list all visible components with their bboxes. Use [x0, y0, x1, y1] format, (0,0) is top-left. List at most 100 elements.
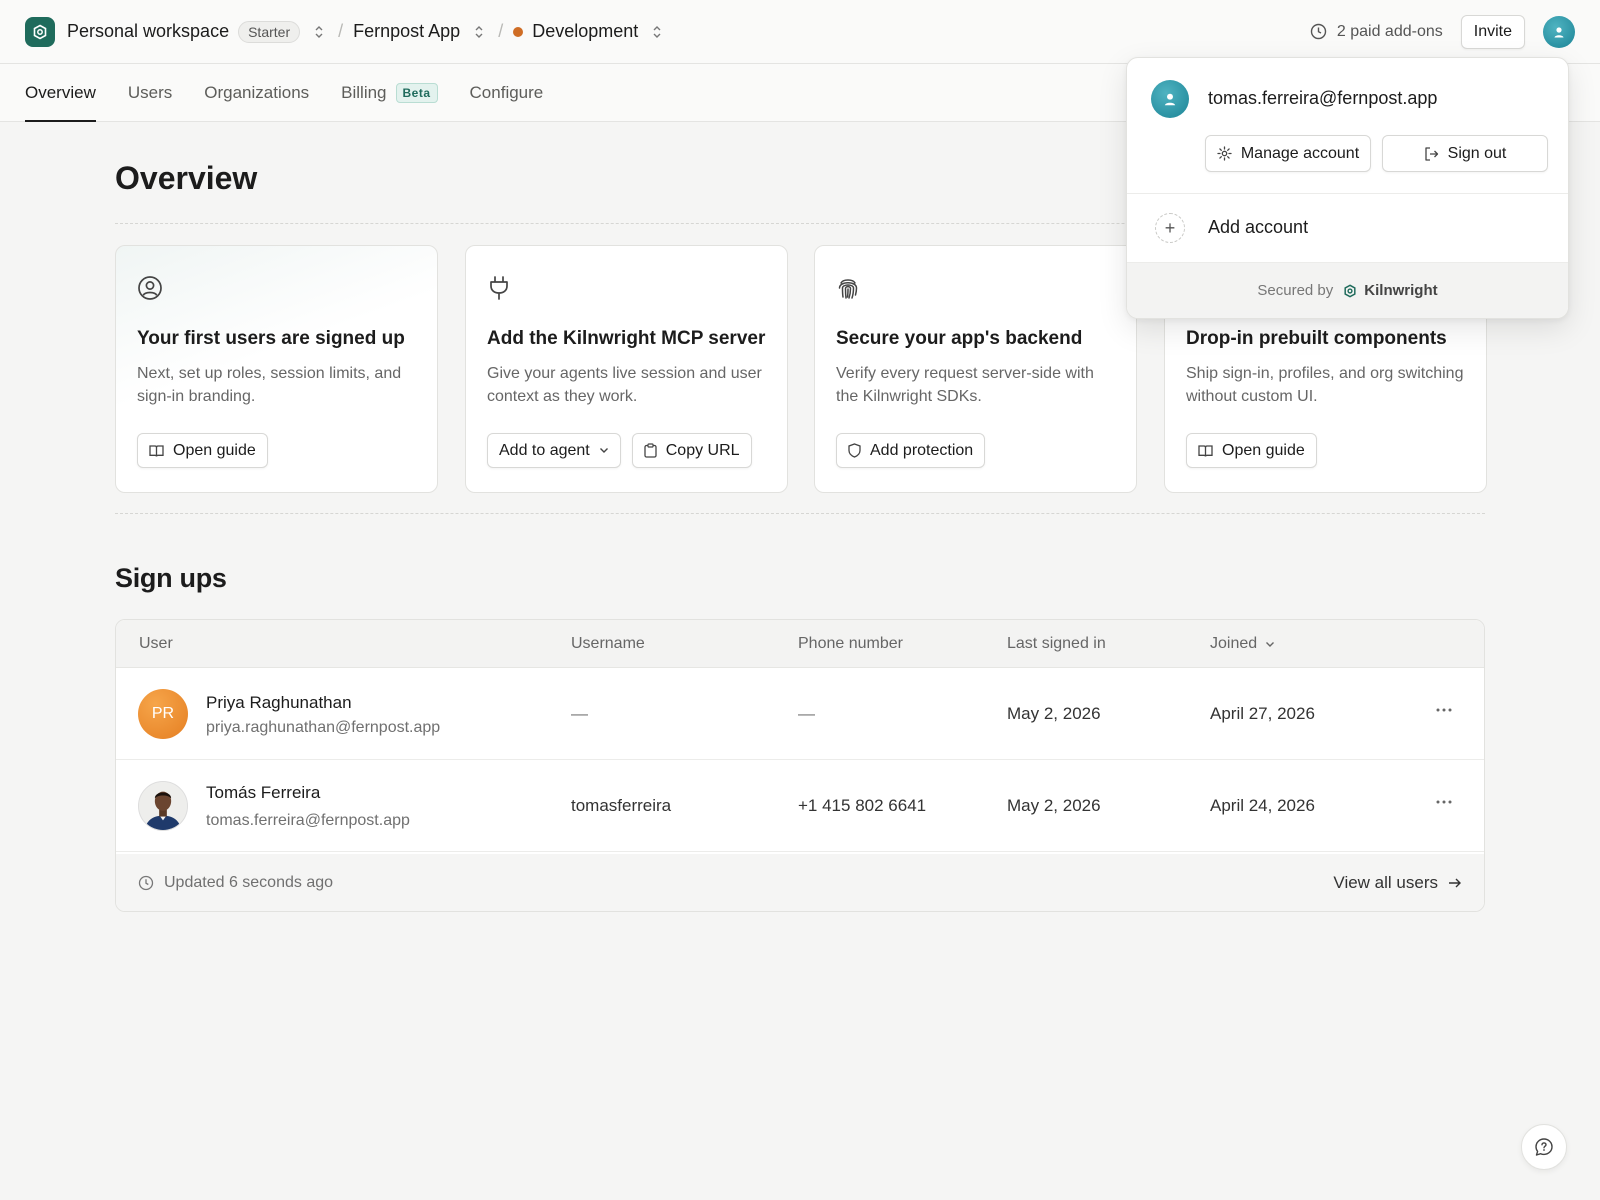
button-label: Add protection [870, 441, 974, 459]
plus-icon[interactable]: + [1155, 213, 1185, 243]
card-description: Verify every request server-side with th… [836, 365, 1094, 405]
account-menu-popover: tomas.ferreira@fernpost.app Manage accou… [1126, 57, 1569, 319]
updated-status: Updated 6 seconds ago [164, 873, 334, 891]
plug-icon [487, 275, 511, 301]
clock-icon [1310, 23, 1327, 40]
card-title: Add the Kilnwright MCP server [487, 328, 766, 349]
fingerprint-icon [836, 275, 860, 301]
app-name[interactable]: Fernpost App [353, 21, 460, 42]
brand-name: Kilnwright [1364, 282, 1438, 299]
chevron-down-icon [1266, 641, 1275, 647]
invite-button[interactable]: Invite [1460, 14, 1525, 49]
button-label: Add to agent [499, 441, 590, 459]
link-label: View all users [1333, 872, 1438, 892]
secured-by-label: Secured by [1257, 282, 1334, 299]
row-actions-menu-icon[interactable] [1436, 800, 1452, 804]
arrow-right-icon [1449, 878, 1461, 887]
row-actions-menu-icon[interactable] [1436, 708, 1452, 712]
user-email: priya.raghunathan@fernpost.app [206, 719, 441, 736]
tab-billing[interactable]: Billing Beta [341, 64, 438, 121]
add-account-button[interactable]: Add account [1208, 217, 1308, 238]
column-header-phone[interactable]: Phone number [798, 635, 903, 653]
tab-organizations[interactable]: Organizations [204, 64, 309, 121]
card-title: Your first users are signed up [137, 328, 405, 349]
user-icon [1554, 26, 1564, 37]
avatar [138, 781, 188, 831]
card-title: Drop-in prebuilt components [1186, 328, 1447, 349]
column-header-username[interactable]: Username [571, 635, 645, 653]
username-cell: tomasferreira [571, 796, 672, 815]
tab-label: Configure [469, 82, 544, 102]
column-label: User [139, 635, 173, 652]
manage-account-button[interactable]: Manage account [1205, 135, 1371, 172]
button-label: Sign out [1447, 144, 1507, 162]
account-email: tomas.ferreira@fernpost.app [1208, 88, 1438, 108]
signups-table: User Username Phone number Last signed i… [115, 619, 1485, 912]
tab-overview[interactable]: Overview [25, 64, 96, 122]
environment-name[interactable]: Development [532, 21, 638, 42]
breadcrumb-separator: / [338, 21, 344, 41]
tab-label: Organizations [204, 82, 310, 102]
chevron-down-icon [599, 448, 608, 453]
table-footer: Updated 6 seconds ago View all users [116, 854, 1484, 911]
user-email: tomas.ferreira@fernpost.app [206, 812, 410, 829]
column-label: Last signed in [1007, 635, 1106, 652]
tab-label: Overview [25, 82, 96, 102]
breadcrumb-separator: / [498, 21, 504, 41]
paid-addons-link[interactable]: 2 paid add-ons [1310, 23, 1443, 41]
workspace-switcher-icon[interactable] [314, 25, 324, 39]
card-description: Give your agents live session and user c… [487, 365, 762, 405]
user-name: Tomás Ferreira [206, 783, 321, 802]
open-guide-button[interactable]: Open guide [137, 433, 268, 468]
username-cell: — [571, 704, 588, 723]
user-name: Priya Raghunathan [206, 693, 352, 712]
sign-out-icon [1424, 146, 1438, 161]
column-header-joined[interactable]: Joined [1210, 635, 1275, 653]
last-signed-in-cell: May 2, 2026 [1007, 704, 1101, 723]
user-icon [1164, 93, 1176, 106]
environment-status-dot [513, 26, 524, 37]
avatar: PR [138, 689, 188, 739]
phone-cell: — [798, 704, 815, 723]
workspace-logo-icon[interactable] [25, 16, 55, 47]
section-title: Sign ups [115, 563, 227, 593]
add-protection-button[interactable]: Add protection [836, 433, 986, 468]
avatar-initials: PR [151, 705, 175, 722]
column-label: Phone number [798, 635, 903, 652]
button-label: Manage account [1240, 144, 1360, 162]
copy-url-button[interactable]: Copy URL [631, 433, 752, 468]
app-switcher-icon[interactable] [474, 25, 484, 39]
clipboard-icon [644, 443, 657, 458]
user-photo-icon [139, 782, 187, 830]
divider [1127, 193, 1568, 194]
onboarding-card: Your first users are signed up Next, set… [115, 245, 438, 493]
last-signed-in-cell: May 2, 2026 [1007, 796, 1101, 815]
column-header-user[interactable]: User [139, 635, 173, 653]
clock-icon [138, 875, 154, 890]
add-to-agent-dropdown[interactable]: Add to agent [487, 433, 621, 468]
paid-addons-label: 2 paid add-ons [1336, 22, 1443, 40]
tab-users[interactable]: Users [128, 64, 172, 121]
backend-security-card: Secure your app's backend Verify every r… [814, 245, 1137, 493]
table-row[interactable]: Tomás Ferreira tomas.ferreira@fernpost.a… [116, 760, 1484, 852]
sign-out-button[interactable]: Sign out [1382, 135, 1548, 172]
divider [115, 513, 1485, 514]
tab-configure[interactable]: Configure [470, 64, 544, 121]
gear-icon [1217, 146, 1232, 161]
user-avatar-button[interactable] [1543, 15, 1575, 48]
view-all-users-link[interactable]: View all users [1333, 873, 1462, 893]
mcp-server-card: Add the Kilnwright MCP server Give your … [465, 245, 788, 493]
help-chat-button[interactable] [1521, 1124, 1567, 1170]
card-title: Secure your app's backend [836, 328, 1083, 349]
avatar [1151, 80, 1189, 118]
table-row[interactable]: PR Priya Raghunathan priya.raghunathan@f… [116, 668, 1484, 760]
open-guide-button[interactable]: Open guide [1186, 433, 1317, 468]
card-description: Ship sign-in, profiles, and org switchin… [1186, 365, 1464, 405]
column-header-last-signed-in[interactable]: Last signed in [1007, 635, 1106, 653]
secured-by-footer: Secured by Kilnwright [1127, 262, 1568, 318]
beta-badge: Beta [395, 82, 438, 103]
environment-switcher-icon[interactable] [652, 25, 662, 39]
workspace-name[interactable]: Personal workspace [67, 21, 229, 42]
book-icon [149, 444, 164, 457]
card-description: Next, set up roles, session limits, and … [137, 365, 402, 405]
